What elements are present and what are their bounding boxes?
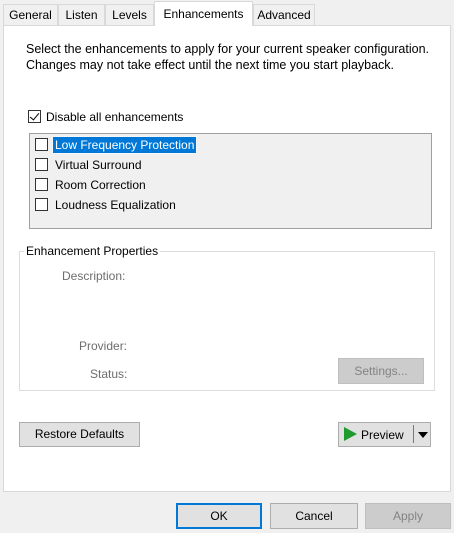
- enhancement-checkbox[interactable]: [35, 158, 48, 171]
- settings-button[interactable]: Settings...: [338, 358, 424, 384]
- list-item[interactable]: Virtual Surround: [30, 155, 430, 175]
- enhancement-checkbox[interactable]: [35, 138, 48, 151]
- disable-all-checkbox-row[interactable]: Disable all enhancements: [28, 110, 228, 128]
- tab-levels[interactable]: Levels: [105, 4, 154, 25]
- list-item-label: Low Frequency Protection: [51, 136, 198, 154]
- disable-all-label: Disable all enhancements: [46, 110, 184, 124]
- chevron-down-icon[interactable]: [418, 432, 428, 438]
- enhancements-list[interactable]: Low Frequency Protection Virtual Surroun…: [29, 133, 432, 229]
- enhancement-checkbox[interactable]: [35, 178, 48, 191]
- split-separator: [413, 425, 414, 443]
- disable-all-checkbox[interactable]: [28, 110, 41, 123]
- enhancement-properties-title: Enhancement Properties: [24, 244, 161, 258]
- list-item[interactable]: Loudness Equalization: [30, 195, 430, 215]
- ok-button[interactable]: OK: [176, 503, 262, 529]
- tab-listen[interactable]: Listen: [58, 4, 105, 25]
- list-item[interactable]: Low Frequency Protection: [30, 135, 430, 155]
- apply-button[interactable]: Apply: [365, 503, 451, 529]
- play-icon: [344, 427, 357, 441]
- preview-label: Preview: [361, 428, 404, 442]
- tab-general[interactable]: General: [3, 4, 58, 25]
- preview-split-button[interactable]: Preview: [338, 422, 431, 447]
- list-item-label: Room Correction: [55, 178, 146, 192]
- list-item-label: Virtual Surround: [55, 158, 142, 172]
- description-text: Select the enhancements to apply for you…: [26, 42, 430, 72]
- cancel-button[interactable]: Cancel: [270, 503, 358, 529]
- enhancements-panel: Select the enhancements to apply for you…: [3, 25, 451, 492]
- status-label: Status:: [90, 367, 128, 381]
- list-item-label: Loudness Equalization: [55, 198, 176, 212]
- tab-advanced[interactable]: Advanced: [253, 4, 315, 25]
- tab-enhancements[interactable]: Enhancements: [154, 1, 253, 26]
- provider-label: Provider:: [79, 339, 128, 353]
- tab-bar: General Listen Levels Enhancements Advan…: [0, 0, 454, 26]
- enhancement-checkbox[interactable]: [35, 198, 48, 211]
- description-label: Description:: [62, 269, 126, 283]
- list-item[interactable]: Room Correction: [30, 175, 430, 195]
- restore-defaults-button[interactable]: Restore Defaults: [19, 422, 140, 447]
